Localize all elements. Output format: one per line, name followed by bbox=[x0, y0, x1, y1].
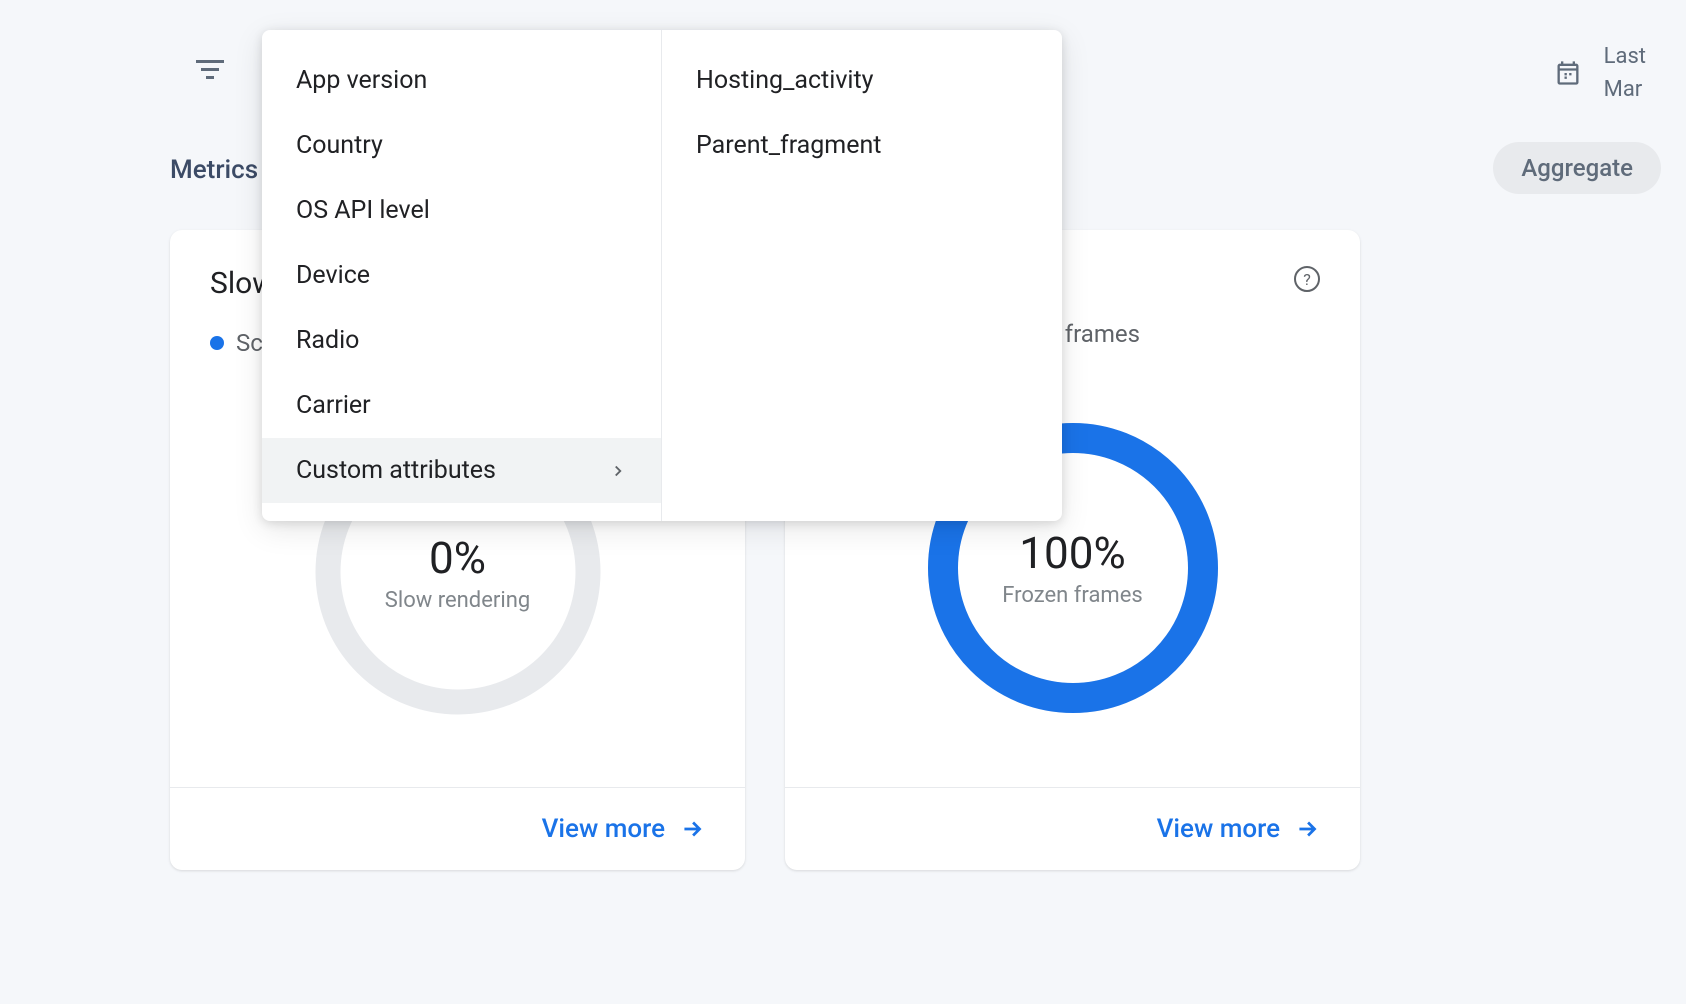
view-more-text: View more bbox=[1157, 814, 1280, 844]
filter-option-custom-attributes[interactable]: Custom attributes bbox=[262, 438, 661, 503]
filter-dropdown: App version Country OS API level Device … bbox=[262, 30, 1062, 521]
filter-option-hosting-activity[interactable]: Hosting_activity bbox=[662, 48, 1062, 113]
metrics-tab[interactable]: Metrics bbox=[170, 155, 258, 185]
help-icon[interactable]: ? bbox=[1294, 266, 1320, 292]
arrow-right-icon bbox=[679, 816, 705, 842]
date-range-text: Last Mar bbox=[1604, 40, 1646, 106]
filter-option-carrier[interactable]: Carrier bbox=[262, 373, 661, 438]
date-line1: Last bbox=[1604, 40, 1646, 73]
slow-rendering-view-more-button[interactable]: View more bbox=[542, 814, 705, 844]
filter-option-country[interactable]: Country bbox=[262, 113, 661, 178]
filter-option-os-api-level[interactable]: OS API level bbox=[262, 178, 661, 243]
filter-option-app-version[interactable]: App version bbox=[262, 48, 661, 113]
date-range[interactable]: Last Mar bbox=[1552, 40, 1646, 106]
filter-option-device[interactable]: Device bbox=[262, 243, 661, 308]
date-line2: Mar bbox=[1604, 73, 1646, 106]
arrow-right-icon bbox=[1294, 816, 1320, 842]
filter-option-radio[interactable]: Radio bbox=[262, 308, 661, 373]
legend-dot-icon bbox=[210, 336, 224, 350]
filter-option-parent-fragment[interactable]: Parent_fragment bbox=[662, 113, 1062, 178]
chevron-right-icon bbox=[609, 462, 627, 480]
slow-rendering-percent: 0% bbox=[429, 532, 486, 584]
filter-dropdown-col2: Hosting_activity Parent_fragment bbox=[662, 30, 1062, 521]
frozen-frames-view-more-button[interactable]: View more bbox=[1157, 814, 1320, 844]
aggregate-chip[interactable]: Aggregate bbox=[1493, 142, 1661, 194]
frozen-frames-sublabel: Frozen frames bbox=[1002, 583, 1142, 608]
slow-rendering-sublabel: Slow rendering bbox=[385, 588, 530, 613]
frozen-frames-percent: 100% bbox=[1019, 527, 1125, 579]
calendar-icon bbox=[1552, 57, 1584, 89]
view-more-text: View more bbox=[542, 814, 665, 844]
filter-icon[interactable] bbox=[195, 60, 225, 82]
filter-dropdown-col1: App version Country OS API level Device … bbox=[262, 30, 662, 521]
